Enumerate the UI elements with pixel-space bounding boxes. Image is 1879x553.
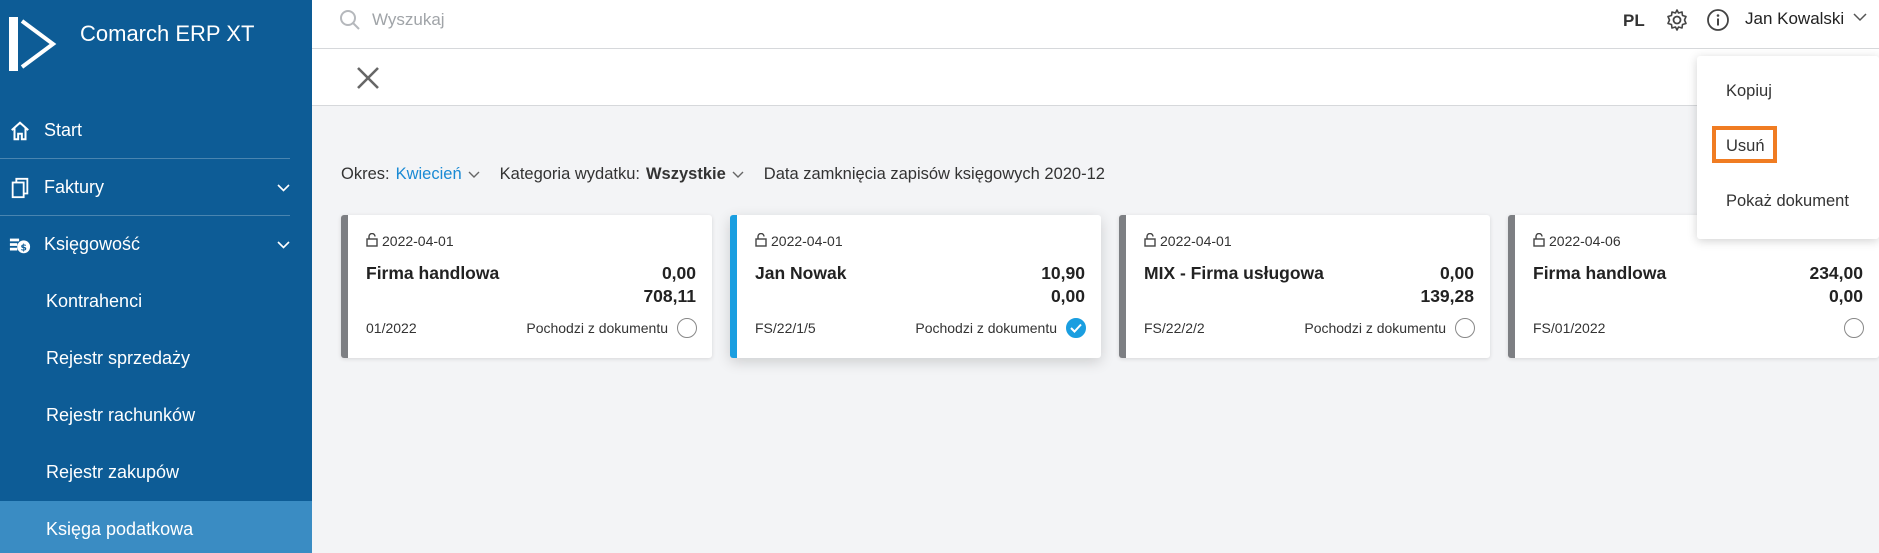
menu-item-kopiuj[interactable]: Kopiuj (1726, 82, 1772, 101)
chevron-down-icon[interactable] (277, 183, 290, 192)
filter-bar: Okres: Kwiecień Kategoria wydatku: Wszys… (341, 165, 1105, 184)
entry-document-number: FS/22/2/2 (1144, 320, 1205, 336)
sidebar-item-label: Rejestr sprzedaży (46, 348, 191, 368)
svg-text:$: $ (20, 242, 26, 253)
sidebar-item-kontrahenci[interactable]: Kontrahenci (0, 273, 312, 330)
entry-card[interactable]: 2022-04-01 Firma handlowa 0,00 708,11 01… (341, 215, 712, 358)
entry-document-number: FS/01/2022 (1533, 320, 1606, 336)
sidebar-item-rejestr-rachunkow[interactable]: Rejestr rachunków (0, 387, 312, 444)
entry-document-number: FS/22/1/5 (755, 320, 816, 336)
info-icon[interactable] (1706, 8, 1730, 32)
entry-value-2: 0,00 (1828, 286, 1863, 306)
menu-item-usun[interactable]: Usuń (1726, 137, 1765, 156)
sidebar-item-ksiegowosc[interactable]: $ Księgowość (0, 216, 312, 273)
menu-item-pokaz-dokument[interactable]: Pokaż dokument (1726, 192, 1849, 211)
sidebar-item-start[interactable]: Start (0, 102, 312, 159)
action-bar (312, 49, 1879, 106)
entry-source: Pochodzi z dokumentu (1304, 320, 1446, 336)
unlock-icon (755, 233, 767, 247)
gear-icon[interactable] (1665, 8, 1689, 32)
select-checkbox[interactable] (677, 318, 697, 338)
entry-source: Pochodzi z dokumentu (915, 320, 1057, 336)
entry-source: Pochodzi z dokumentu (526, 320, 668, 336)
sidebar-item-label: Księgowość (44, 234, 141, 254)
entry-contractor: Jan Nowak (755, 263, 847, 283)
unlock-icon (366, 233, 378, 247)
sidebar-item-label: Faktury (44, 177, 105, 197)
search-input[interactable] (372, 9, 672, 31)
entry-date: 2022-04-01 (771, 233, 843, 249)
close-icon[interactable] (356, 66, 380, 90)
period-dropdown[interactable]: Kwiecień (396, 165, 462, 184)
chevron-down-icon[interactable] (1853, 13, 1867, 22)
entry-contractor: Firma handlowa (1533, 263, 1667, 283)
app-name: Comarch ERP XT (80, 21, 255, 46)
entry-value-2: 708,11 (643, 286, 696, 306)
sidebar-item-label: Kontrahenci (46, 291, 143, 311)
entry-value-2: 0,00 (1050, 286, 1085, 306)
category-dropdown[interactable]: Wszystkie (646, 165, 726, 184)
language-switcher[interactable]: PL (1623, 11, 1645, 31)
sidebar-item-label: Start (44, 120, 83, 140)
closing-date-text: Data zamknięcia zapisów księgowych 2020-… (763, 165, 1105, 183)
chevron-down-icon[interactable] (732, 171, 744, 179)
chevron-down-icon[interactable] (468, 171, 480, 179)
unlock-icon (1533, 233, 1545, 247)
entry-value-2: 139,28 (1420, 286, 1474, 306)
sidebar-item-label: Rejestr zakupów (46, 462, 180, 482)
comarch-logo-icon (9, 17, 63, 71)
sidebar-item-label: Rejestr rachunków (46, 405, 196, 425)
user-menu[interactable]: Jan Kowalski (1745, 9, 1844, 29)
entry-card[interactable]: 2022-04-01 Jan Nowak 10,90 0,00 FS/22/1/… (730, 215, 1101, 358)
select-checkbox[interactable] (1455, 318, 1475, 338)
entry-contractor: Firma handlowa (366, 263, 500, 283)
sidebar-item-faktury[interactable]: Faktury (0, 159, 312, 216)
entry-card[interactable]: 2022-04-01 MIX - Firma usługowa 0,00 139… (1119, 215, 1490, 358)
period-label: Okres: (341, 165, 390, 183)
documents-icon (11, 177, 29, 198)
accounting-icon: $ (9, 238, 31, 253)
app-logo[interactable]: Comarch ERP XT (9, 17, 254, 71)
search-icon (340, 10, 360, 30)
entry-date: 2022-04-01 (382, 233, 454, 249)
select-checkbox[interactable] (1844, 318, 1864, 338)
entry-date: 2022-04-01 (1160, 233, 1232, 249)
checkmark-icon (1070, 323, 1082, 333)
entry-document-number: 01/2022 (366, 320, 417, 336)
chevron-down-icon[interactable] (277, 240, 290, 249)
sidebar-item-label: Księga podatkowa (46, 519, 194, 539)
sidebar-item-ksiega-podatkowa[interactable]: Księga podatkowa (0, 501, 312, 553)
entry-value-1: 0,00 (661, 263, 696, 283)
category-label: Kategoria wydatku: (499, 165, 640, 183)
entry-value-1: 234,00 (1809, 263, 1863, 283)
entry-contractor: MIX - Firma usługowa (1144, 263, 1324, 283)
sidebar-item-rejestr-zakupow[interactable]: Rejestr zakupów (0, 444, 312, 501)
entry-date: 2022-04-06 (1549, 233, 1621, 249)
context-menu: Kopiuj Usuń Pokaż dokument (1697, 56, 1879, 239)
home-icon (11, 120, 29, 140)
sidebar-nav: Start Faktury $ Księgowość Kontrahenci R… (0, 102, 312, 553)
sidebar-item-rejestr-sprzedazy[interactable]: Rejestr sprzedaży (0, 330, 312, 387)
select-checkbox[interactable] (1066, 318, 1086, 338)
top-bar: PL Jan Kowalski (312, 0, 1879, 49)
entry-value-1: 10,90 (1041, 263, 1085, 283)
unlock-icon (1144, 233, 1156, 247)
entry-value-1: 0,00 (1439, 263, 1474, 283)
sidebar: Comarch ERP XT Start Faktury $ Księgowoś… (0, 0, 312, 553)
